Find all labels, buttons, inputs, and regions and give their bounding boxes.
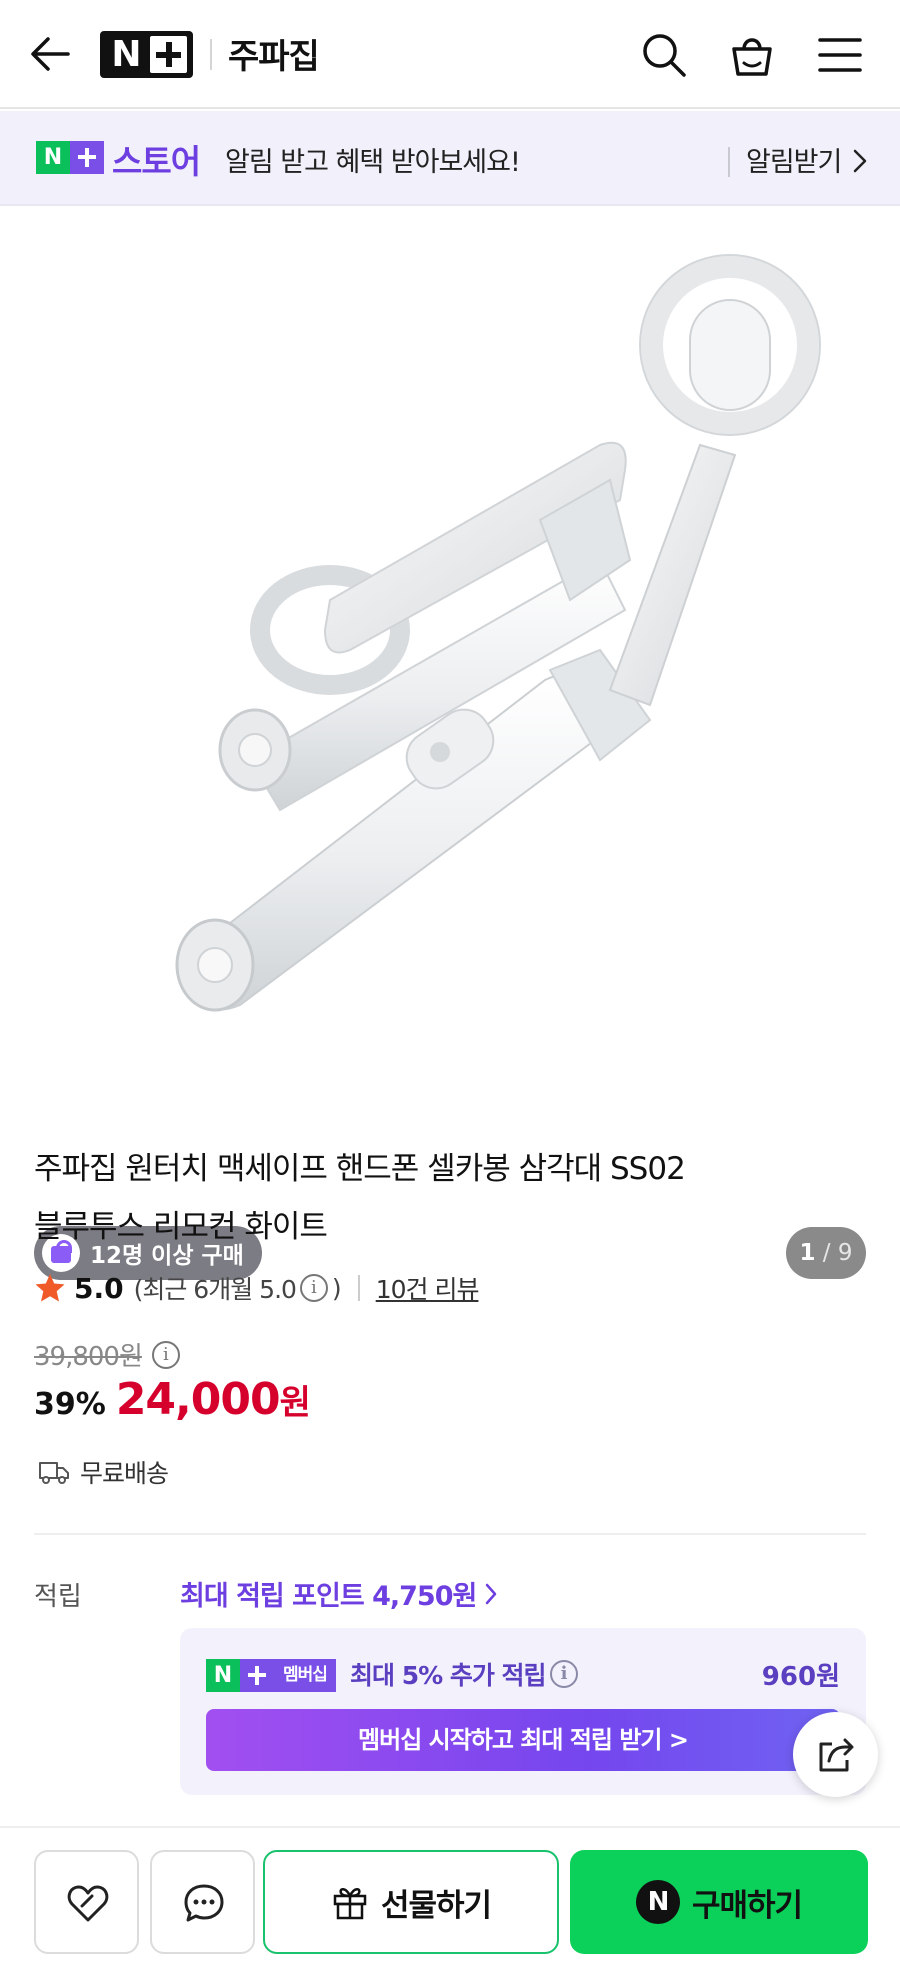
store-notice-banner[interactable]: N 스토어 알림 받고 혜택 받아보세요! 알림받기: [0, 111, 900, 206]
banner-divider: [728, 147, 730, 177]
discount-rate: 39%: [34, 1387, 106, 1422]
extra-points-amount: 960원: [761, 1662, 840, 1692]
points-label: 적립: [34, 1582, 82, 1612]
gift-icon: [333, 1888, 367, 1920]
chat-bubble-icon: [184, 1884, 224, 1922]
gift-label: 선물하기: [380, 1887, 492, 1924]
share-icon: [819, 1738, 854, 1772]
rating-divider: [357, 1275, 360, 1301]
membership-badge: N 멤버십: [206, 1659, 336, 1692]
info-icon[interactable]: i: [299, 1274, 328, 1302]
buy-button[interactable]: N 구매하기: [570, 1850, 868, 1954]
top-header: N 주파집: [0, 0, 900, 109]
sale-price-row: 39% 24,000 원: [34, 1374, 311, 1434]
rating-score: 5.0: [74, 1271, 124, 1305]
search-icon[interactable]: [641, 32, 687, 78]
price-info-icon[interactable]: i: [151, 1340, 180, 1369]
header-divider: [210, 39, 212, 70]
nplus-badge: N: [36, 141, 104, 174]
original-price: 39,800원: [34, 1342, 143, 1372]
shipping-text: 무료배송: [80, 1459, 169, 1488]
naver-n-icon: N: [635, 1880, 680, 1924]
section-divider: [34, 1533, 866, 1535]
rating-recent: (최근 6개월 5.0: [133, 1275, 297, 1304]
heart-icon: [67, 1885, 109, 1922]
wishlist-button[interactable]: [34, 1850, 139, 1954]
banner-message: 알림 받고 혜택 받아보세요!: [225, 147, 521, 178]
share-button[interactable]: [793, 1712, 878, 1797]
gift-button[interactable]: 선물하기: [263, 1850, 559, 1954]
max-points-link[interactable]: 최대 적립 포인트 4,750원: [180, 1574, 498, 1613]
rating-row: 5.0 (최근 6개월 5.0 i ) 10건 리뷰: [34, 1268, 480, 1308]
extra-points-text: 최대 5% 추가 적립: [350, 1661, 547, 1690]
start-membership-button[interactable]: 멤버십 시작하고 최대 적립 받기 >: [206, 1709, 840, 1771]
menu-icon[interactable]: [817, 32, 863, 78]
inquiry-chat-button[interactable]: [150, 1850, 255, 1954]
brand-name[interactable]: 주파집: [228, 29, 320, 78]
max-points-text: 최대 적립 포인트 4,750원: [180, 1581, 477, 1612]
cart-icon[interactable]: [729, 32, 775, 78]
buy-label: 구매하기: [691, 1887, 803, 1924]
store-label: 스토어: [112, 142, 201, 181]
star-icon: [35, 1274, 65, 1302]
subscribe-alert-link[interactable]: 알림받기: [746, 140, 842, 179]
membership-box: N 멤버십 최대 5% 추가 적립 i 960원 멤버십 시작하고 최대 적립 …: [180, 1628, 866, 1795]
info-icon[interactable]: i: [549, 1660, 578, 1688]
original-price-row: 39,800원 i: [34, 1336, 184, 1373]
product-image[interactable]: 12명 이상 구매 1 / 9: [0, 208, 900, 1280]
selfie-stick-illustration: [175, 254, 821, 1012]
extra-points-label: 최대 5% 추가 적립 i: [350, 1656, 582, 1692]
shipping-row: 무료배송: [38, 1454, 169, 1490]
product-title: 주파집 원터치 맥세이프 핸드폰 셀카봉 삼각대 SS02 블루투스 리모컨 화…: [34, 1140, 854, 1256]
sale-price-unit: 원: [279, 1383, 311, 1423]
product-title-line2: 블루투스 리모컨 화이트: [34, 1209, 328, 1245]
back-arrow-icon[interactable]: [28, 32, 72, 76]
review-count-link[interactable]: 10건 리뷰: [376, 1270, 480, 1306]
chevron-right-icon: [853, 149, 867, 173]
rating-recent-close: ): [331, 1273, 342, 1303]
nplus-logo[interactable]: N: [100, 31, 193, 78]
truck-icon: [39, 1462, 69, 1484]
membership-badge-text: 멤버십: [274, 1659, 336, 1692]
sale-price: 24,000: [115, 1374, 281, 1425]
chevron-right-icon: [486, 1583, 497, 1604]
product-title-line1: 주파집 원터치 맥세이프 핸드폰 셀카봉 삼각대 SS02: [34, 1151, 686, 1187]
bottom-bar-divider: [0, 1826, 900, 1828]
